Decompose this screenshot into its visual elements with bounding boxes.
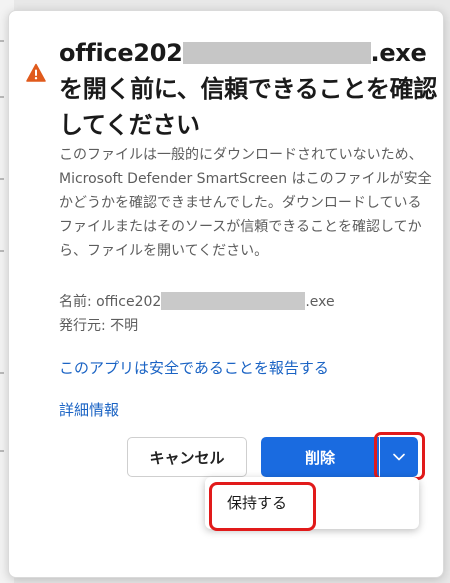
file-metadata: 名前: office202 .exe 発行元: 不明	[59, 290, 433, 338]
delete-button[interactable]: 削除	[261, 437, 379, 477]
title-filename-prefix: office202	[59, 39, 183, 67]
dialog-body: このファイルは一般的にダウンロードされていないため、Microsoft Defe…	[59, 147, 432, 259]
background-mark	[0, 450, 4, 452]
background-mark	[0, 178, 4, 180]
file-name-row: 名前: office202 .exe	[59, 290, 433, 314]
background-mark	[0, 40, 4, 42]
cancel-button[interactable]: キャンセル	[127, 437, 247, 477]
redacted-filename	[161, 292, 306, 310]
more-info-link[interactable]: 詳細情報	[59, 399, 119, 420]
smartscreen-warning-dialog: office202 .exeを開く前に、信頼できることを確認してください このファ…	[8, 10, 444, 578]
background-mark	[0, 250, 4, 252]
file-name-label: 名前: office202	[59, 294, 162, 310]
report-safe-link[interactable]: このアプリは安全であることを報告する	[59, 357, 329, 378]
file-name-extension: .exe	[305, 294, 335, 310]
redacted-filename	[182, 42, 371, 64]
warning-icon	[26, 63, 46, 82]
highlight-annotation	[209, 482, 316, 531]
background-mark	[0, 372, 4, 374]
publisher-row: 発行元: 不明	[59, 318, 139, 334]
highlight-annotation	[374, 432, 425, 480]
background-mark	[0, 96, 4, 98]
dialog-title: office202 .exeを開く前に、信頼できることを確認してください	[59, 35, 439, 143]
